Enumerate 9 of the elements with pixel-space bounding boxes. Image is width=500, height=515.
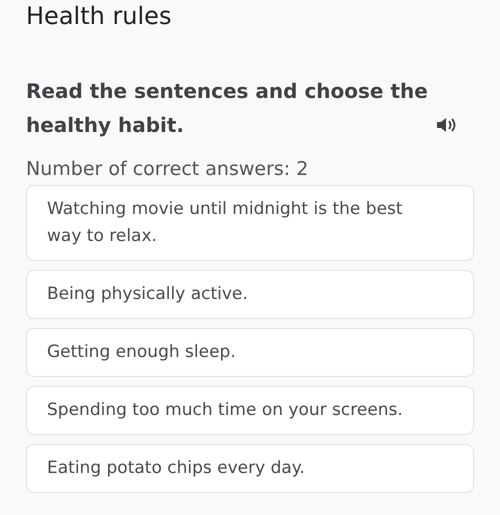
page-title: Health rules: [26, 1, 172, 32]
answer-option[interactable]: Watching movie until midnight is the best way to relax.: [26, 185, 474, 261]
answer-option[interactable]: Spending too much time on your screens.: [26, 386, 474, 435]
answer-option[interactable]: Being physically active.: [26, 270, 474, 319]
question-text: Read the sentences and choose the healthy habit.: [26, 78, 429, 139]
answer-option[interactable]: Getting enough sleep.: [26, 328, 474, 377]
answer-count: Number of correct answers: 2: [26, 157, 310, 182]
answer-option[interactable]: Eating potato chips every day.: [26, 444, 474, 493]
speaker-icon[interactable]: [435, 116, 457, 134]
